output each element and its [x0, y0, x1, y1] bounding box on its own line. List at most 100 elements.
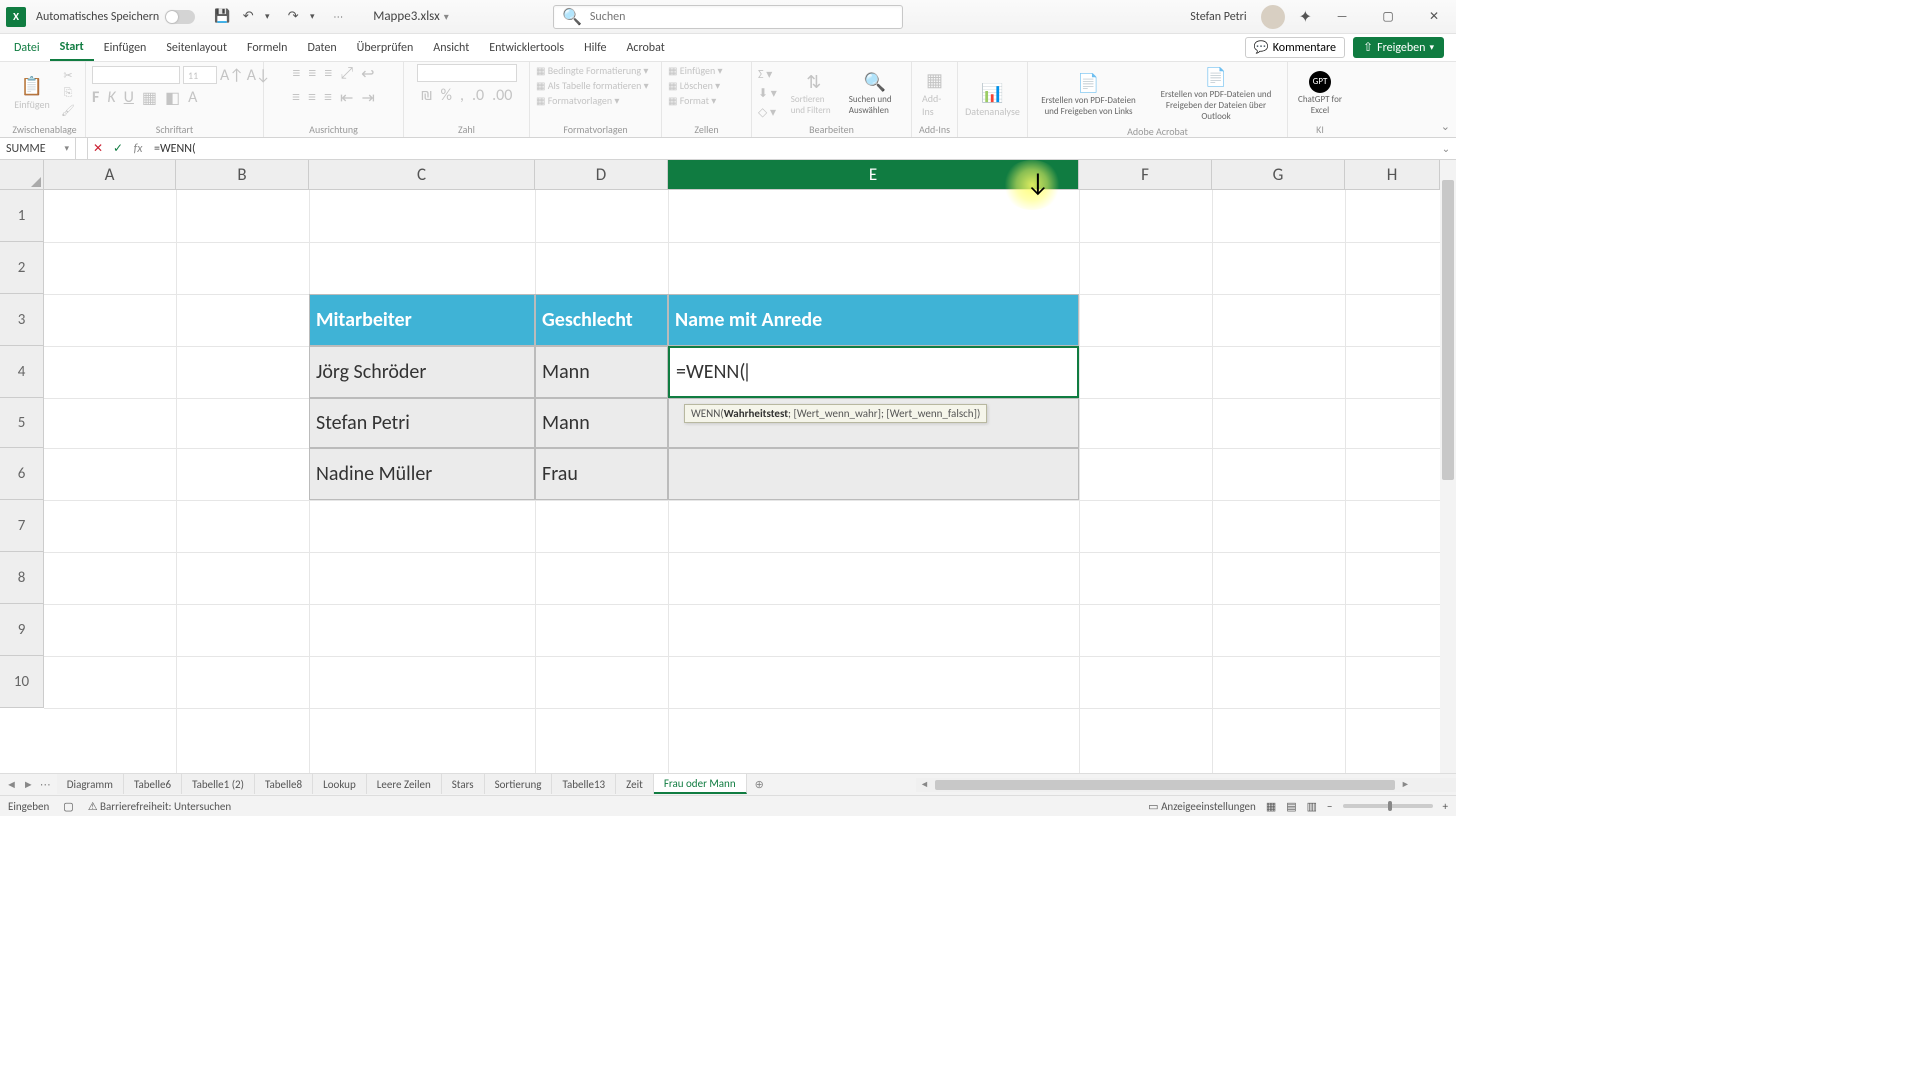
cut-button[interactable]: ✂: [58, 68, 78, 83]
clear-icon[interactable]: ◇ ▾: [758, 105, 777, 120]
search-box[interactable]: 🔍: [553, 5, 903, 29]
enter-formula-icon[interactable]: ✓: [108, 141, 128, 156]
cond-format-button[interactable]: ▦ Bedingte Formatierung ▾: [536, 64, 648, 77]
italic-icon[interactable]: K: [107, 88, 115, 108]
row-header-6[interactable]: 6: [0, 448, 44, 500]
editing-cell[interactable]: =WENN(|: [668, 346, 1079, 398]
cells[interactable]: MitarbeiterGeschlechtName mit AnredeJörg…: [44, 190, 1440, 773]
currency-icon[interactable]: ₪: [421, 86, 433, 105]
hscroll-thumb[interactable]: [935, 780, 1395, 790]
orientation-icon[interactable]: ⤢: [340, 64, 353, 84]
save-icon[interactable]: 💾: [212, 7, 232, 27]
table-cell[interactable]: Mann: [535, 398, 668, 448]
col-header-A[interactable]: A: [44, 160, 176, 190]
indent-dec-icon[interactable]: ⇤: [340, 88, 353, 108]
add-sheet-button[interactable]: ⊕: [747, 778, 772, 791]
ribbon-tab-hilfe[interactable]: Hilfe: [574, 34, 616, 61]
underline-icon[interactable]: U: [124, 88, 134, 108]
bold-icon[interactable]: F: [92, 88, 99, 108]
row-header-4[interactable]: 4: [0, 346, 44, 398]
vertical-scrollbar[interactable]: [1440, 160, 1456, 773]
border-icon[interactable]: ▦: [142, 88, 157, 108]
table-cell[interactable]: [668, 448, 1079, 500]
insert-function-icon[interactable]: fx: [128, 142, 148, 156]
display-settings[interactable]: ▭ Anzeigeeinstellungen: [1148, 800, 1256, 813]
col-header-D[interactable]: D: [535, 160, 668, 190]
ribbon-tab-entwicklertools[interactable]: Entwicklertools: [479, 34, 574, 61]
table-cell[interactable]: Nadine Müller: [309, 448, 535, 500]
autosave-toggle[interactable]: [165, 10, 195, 24]
minimize-button[interactable]: —: [1326, 5, 1358, 29]
row-header-3[interactable]: 3: [0, 294, 44, 346]
ribbon-tab-start[interactable]: Start: [50, 34, 94, 61]
sheet-tab[interactable]: Lookup: [313, 774, 367, 794]
autosum-icon[interactable]: Σ ▾: [758, 67, 777, 82]
table-header[interactable]: Geschlecht: [535, 294, 668, 346]
format-cells-button[interactable]: ▦ Format ▾: [668, 94, 716, 107]
format-table-button[interactable]: ▦ Als Tabelle formatieren ▾: [536, 79, 649, 92]
col-header-E[interactable]: E: [668, 160, 1079, 190]
horizontal-scrollbar[interactable]: ◄ ►: [916, 778, 1456, 792]
ribbon-tab-formeln[interactable]: Formeln: [237, 34, 297, 61]
align-right-icon[interactable]: ≡: [324, 88, 332, 108]
avatar[interactable]: [1261, 5, 1285, 29]
comments-button[interactable]: 💬 Kommentare: [1245, 37, 1345, 58]
collapse-ribbon-icon[interactable]: ⌄: [1441, 120, 1450, 133]
sheet-tab[interactable]: Tabelle8: [255, 774, 313, 794]
sheet-tab[interactable]: Frau oder Mann: [654, 774, 747, 794]
find-select-button[interactable]: 🔍Suchen und Auswählen: [845, 69, 905, 118]
document-name[interactable]: Mappe3.xlsx ▾: [373, 9, 449, 24]
view-pagelayout-icon[interactable]: ▤: [1286, 800, 1296, 813]
col-header-H[interactable]: H: [1345, 160, 1440, 190]
hscroll-right-icon[interactable]: ►: [1401, 779, 1410, 790]
table-header[interactable]: Mitarbeiter: [309, 294, 535, 346]
paste-button[interactable]: 📋Einfügen: [10, 73, 54, 113]
ribbon-tab-seitenlayout[interactable]: Seitenlayout: [156, 34, 237, 61]
align-mid-icon[interactable]: ≡: [308, 64, 316, 84]
sheet-tab[interactable]: Diagramm: [57, 774, 124, 794]
ribbon-tab-überprüfen[interactable]: Überprüfen: [347, 34, 424, 61]
select-all-button[interactable]: [0, 160, 44, 190]
percent-icon[interactable]: %: [441, 86, 452, 105]
copy-button[interactable]: ⎘: [58, 85, 78, 101]
col-header-B[interactable]: B: [176, 160, 309, 190]
macro-record-icon[interactable]: ▢: [63, 800, 73, 813]
qat-customize-icon[interactable]: ⋯: [328, 7, 348, 27]
font-size-box[interactable]: 11: [183, 66, 217, 84]
table-cell[interactable]: Frau: [535, 448, 668, 500]
share-button[interactable]: ⇧ Freigeben ▾: [1353, 37, 1444, 58]
cancel-formula-icon[interactable]: ✕: [88, 141, 108, 156]
sheet-next-icon[interactable]: ►: [23, 778, 34, 791]
expand-formula-bar-icon[interactable]: ⌄: [1436, 142, 1456, 155]
sheet-tab[interactable]: Tabelle13: [552, 774, 616, 794]
vscroll-thumb[interactable]: [1442, 180, 1454, 480]
fill-icon[interactable]: ⬇ ▾: [758, 86, 777, 101]
sheet-prev-icon[interactable]: ◄: [6, 778, 17, 791]
inc-decimal-icon[interactable]: .0: [472, 86, 484, 105]
table-cell[interactable]: Jörg Schröder: [309, 346, 535, 398]
delete-cells-button[interactable]: ▦ Löschen ▾: [668, 79, 720, 92]
col-header-G[interactable]: G: [1212, 160, 1345, 190]
sheet-tab[interactable]: Tabelle1 (2): [182, 774, 255, 794]
coming-soon-icon[interactable]: ✦: [1299, 7, 1312, 27]
align-bot-icon[interactable]: ≡: [324, 64, 332, 84]
ribbon-tab-ansicht[interactable]: Ansicht: [423, 34, 479, 61]
format-painter-button[interactable]: 🖌: [58, 103, 78, 118]
view-normal-icon[interactable]: ▦: [1266, 800, 1276, 813]
ribbon-tab-datei[interactable]: Datei: [4, 34, 50, 61]
table-cell[interactable]: Stefan Petri: [309, 398, 535, 448]
sheet-tab[interactable]: Stars: [442, 774, 485, 794]
comma-icon[interactable]: ,: [460, 86, 464, 105]
formula-input[interactable]: =WENN(: [148, 142, 1436, 156]
redo-icon[interactable]: ↷: [283, 7, 303, 27]
sheet-more-icon[interactable]: ⋯: [40, 778, 51, 791]
align-top-icon[interactable]: ≡: [292, 64, 300, 84]
row-header-10[interactable]: 10: [0, 656, 44, 708]
dec-decimal-icon[interactable]: .00: [492, 86, 512, 105]
redo-dropdown-icon[interactable]: ▾: [302, 7, 322, 27]
undo-dropdown-icon[interactable]: ▾: [257, 7, 277, 27]
zoom-in-icon[interactable]: +: [1443, 800, 1448, 813]
data-analysis-button[interactable]: 📊Datenanalyse: [964, 80, 1021, 120]
sheet-tab[interactable]: Sortierung: [485, 774, 553, 794]
row-header-2[interactable]: 2: [0, 242, 44, 294]
